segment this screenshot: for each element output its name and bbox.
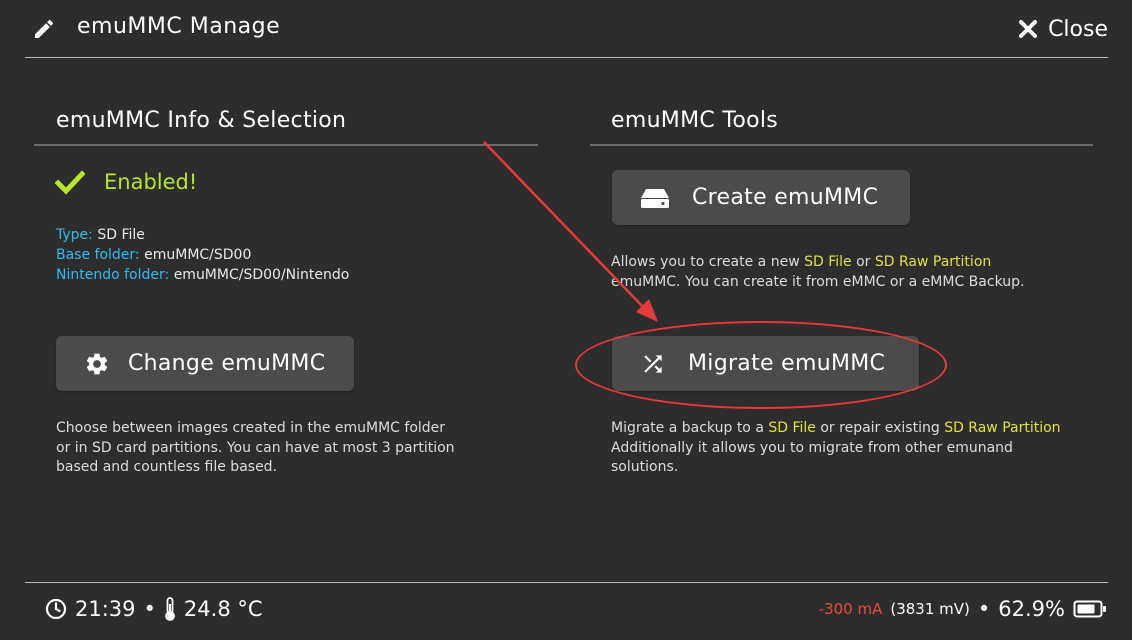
separator: • — [977, 597, 991, 621]
battery-current: -300 mA — [818, 600, 883, 618]
separator: • — [143, 597, 156, 621]
battery-icon — [1073, 600, 1106, 618]
temperature: 24.8 °C — [183, 597, 263, 621]
annotation-arrow — [483, 141, 658, 322]
status-bar-left: 21:39 • 24.8 °C — [45, 597, 263, 621]
annotation-ellipse — [575, 321, 947, 409]
thermometer-icon — [165, 597, 175, 621]
status-bar-right: -300 mA (3831 mV) • 62.9% — [819, 597, 1107, 621]
battery-voltage: (3831 mV) — [890, 600, 970, 618]
clock-icon — [45, 598, 67, 620]
battery-percent: 62.9% — [998, 597, 1065, 621]
footer-divider — [25, 582, 1108, 583]
clock-time: 21:39 — [75, 597, 136, 621]
